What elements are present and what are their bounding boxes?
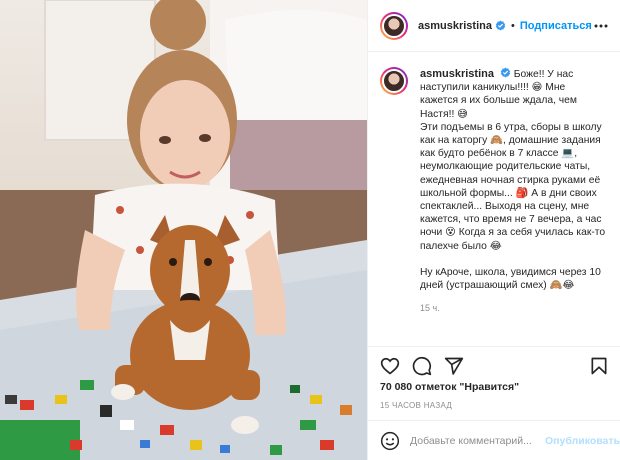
smiley-icon[interactable] bbox=[380, 431, 400, 451]
caption: asmuskristina Боже!! У нас наступили кан… bbox=[380, 67, 607, 316]
likes-count[interactable]: 70 080 отметок "Нравится" bbox=[380, 381, 519, 393]
comment-input[interactable] bbox=[410, 434, 545, 447]
post-photo[interactable] bbox=[0, 0, 367, 460]
follow-button[interactable]: Подписаться bbox=[520, 20, 592, 32]
comment-icon[interactable] bbox=[412, 356, 432, 376]
post-side-panel: asmuskristina • Подписаться asmuskristin… bbox=[367, 0, 620, 460]
avatar[interactable] bbox=[380, 11, 408, 40]
paper-plane-icon[interactable] bbox=[444, 356, 464, 376]
caption-time: 15 ч. bbox=[420, 303, 440, 314]
header-separator: • bbox=[510, 19, 515, 32]
caption-username[interactable]: asmuskristina bbox=[420, 68, 494, 80]
post-header: asmuskristina • Подписаться bbox=[368, 0, 620, 52]
caption-text: Боже!! У нас наступили каникулы!!!! 😁 Мн… bbox=[420, 69, 606, 292]
verified-badge-icon bbox=[500, 67, 511, 78]
heart-icon[interactable] bbox=[380, 356, 400, 376]
instagram-post: asmuskristina • Подписаться asmuskristin… bbox=[0, 0, 620, 460]
caption-body: asmuskristina Боже!! У нас наступили кан… bbox=[420, 67, 606, 316]
action-bar bbox=[368, 346, 620, 382]
caption-avatar[interactable] bbox=[380, 67, 408, 95]
photo-illustration bbox=[0, 0, 367, 460]
publish-button[interactable]: Опубликовать bbox=[545, 435, 620, 447]
posted-ago[interactable]: 15 ЧАСОВ НАЗАД bbox=[380, 401, 452, 410]
more-options-icon[interactable] bbox=[593, 18, 609, 34]
bookmark-icon[interactable] bbox=[589, 356, 609, 376]
verified-badge-icon bbox=[495, 20, 506, 31]
comments-section: asmuskristina Боже!! У нас наступили кан… bbox=[368, 53, 620, 345]
header-username[interactable]: asmuskristina bbox=[418, 20, 492, 32]
add-comment-bar: Опубликовать bbox=[368, 420, 620, 460]
